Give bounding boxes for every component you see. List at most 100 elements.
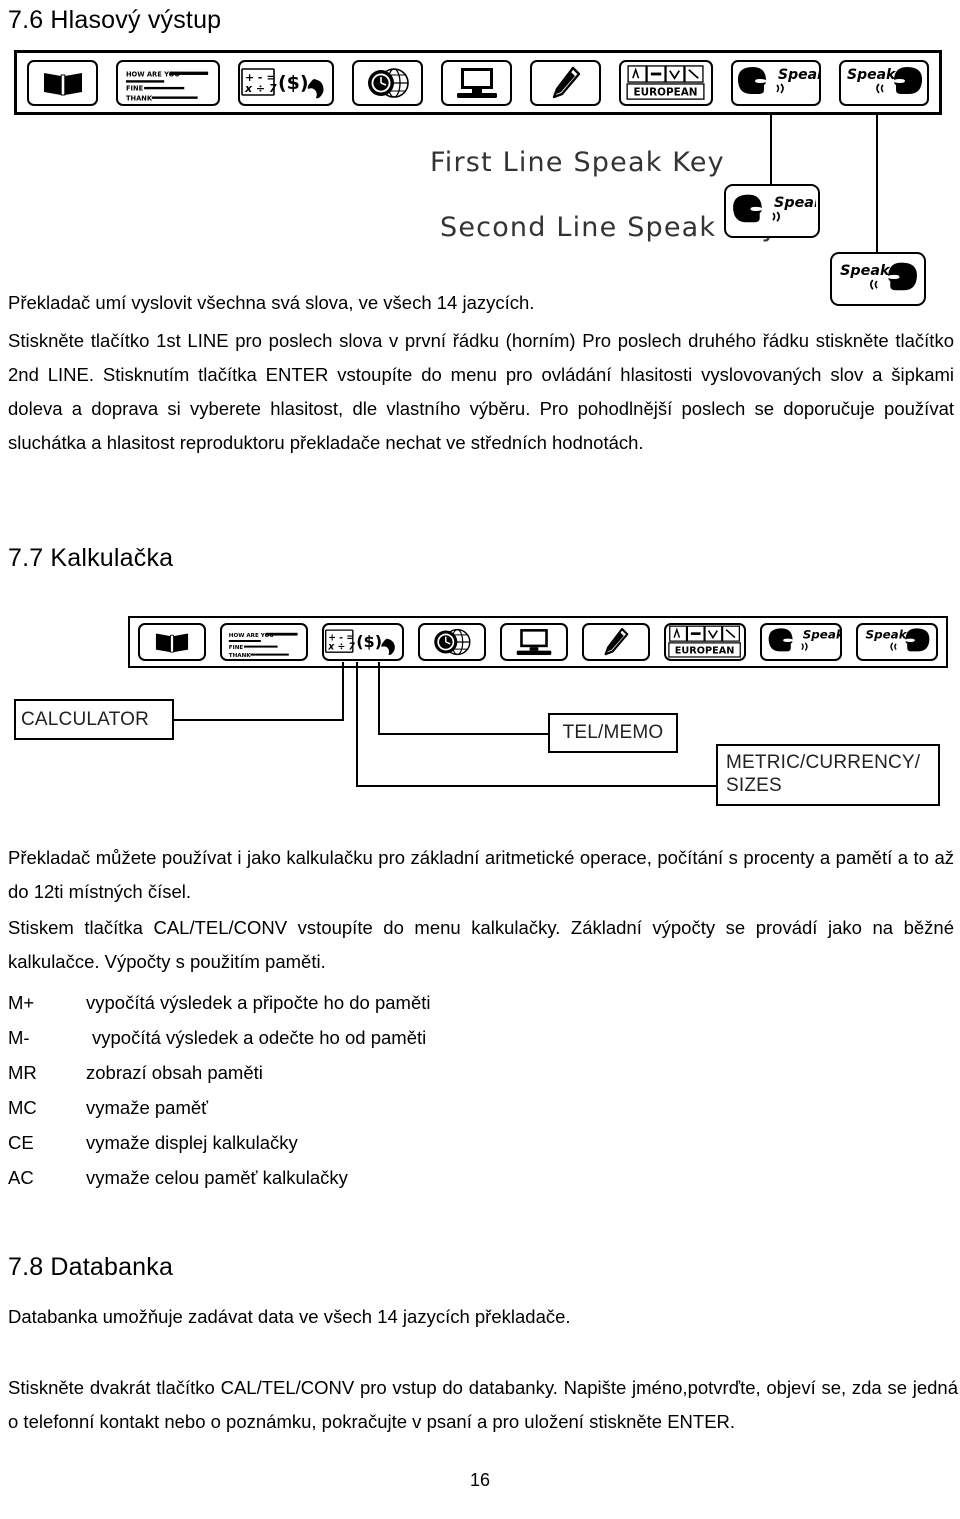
key-second-line-speak[interactable]: Speak <box>856 623 938 661</box>
memory-function-list: M+ vypočítá výsledek a připočte ho do pa… <box>8 985 648 1195</box>
svg-text:Speak: Speak <box>774 195 816 211</box>
section-heading-calculator: 7.7 Kalkulačka <box>8 544 173 573</box>
key-phrases[interactable]: HOW ARE YOU FINE THANK <box>116 59 220 106</box>
section-number: 7.6 <box>8 6 44 34</box>
pencil-icon <box>604 627 629 656</box>
speak-head-right-icon: Speak <box>737 66 819 94</box>
connector-telmemo-v <box>378 662 380 734</box>
calculator-currency-phone-icon: + - = x ÷ 7 ($) <box>325 629 395 655</box>
memory-code: M- <box>8 1027 30 1048</box>
svg-text:Speak: Speak <box>847 67 897 83</box>
section-number: 7.7 <box>8 544 44 572</box>
paragraph-databank-intro: Databanka umožňuje zadávat data ve všech… <box>8 1306 571 1327</box>
list-item: AC vymaže celou paměť kalkulačky <box>8 1160 648 1195</box>
keypad-bar: HOW ARE YOU FINE THANK + - = x ÷ 7 ($) E… <box>14 50 942 115</box>
paragraph-voice-instructions: Stiskněte tlačítko 1st LINE pro poslech … <box>8 330 954 453</box>
key-pc-link[interactable] <box>500 623 568 661</box>
key-dictionary[interactable] <box>27 59 98 106</box>
key-calc-conv-tel[interactable]: + - = x ÷ 7 ($) <box>238 59 334 106</box>
speak-head-right-icon: Speak <box>733 194 816 223</box>
key-first-line-speak[interactable]: Speak <box>731 59 821 106</box>
key-world-time[interactable] <box>418 623 486 661</box>
calculator-currency-phone-icon: + - = x ÷ 7 ($) <box>241 67 324 98</box>
european-flags-icon: EUROPEAN <box>626 64 705 100</box>
key-first-line-speak[interactable]: Speak <box>760 623 842 661</box>
memory-description: vypočítá výsledek a připočte ho do pamět… <box>86 992 431 1013</box>
memory-code: MC <box>8 1097 37 1118</box>
svg-text:Speak: Speak <box>866 628 908 642</box>
computer-icon <box>456 67 497 98</box>
computer-icon <box>516 629 552 655</box>
diagram-voice-output: HOW ARE YOU FINE THANK + - = x ÷ 7 ($) E… <box>14 50 946 306</box>
key-edit[interactable] <box>582 623 650 661</box>
label-first-line-speak-key: First Line Speak Key <box>430 147 725 178</box>
label-metric-line-2: SIZES <box>726 775 782 796</box>
memory-description: vypočítá výsledek a odečte ho od paměti <box>92 1027 427 1048</box>
key-pc-link[interactable] <box>441 59 512 106</box>
key-edit[interactable] <box>530 59 601 106</box>
connector-second-line <box>876 115 878 263</box>
european-flags-icon: EUROPEAN <box>668 625 741 658</box>
label-metric-line-1: METRIC/CURRENCY/ <box>726 752 921 773</box>
connector-metric-v <box>356 662 358 786</box>
section-title: Kalkulačka <box>50 544 174 572</box>
world-clock-icon <box>367 67 409 98</box>
memory-code: M+ <box>8 992 35 1013</box>
memory-code: MR <box>8 1062 37 1083</box>
paragraph-databank-usage: Stiskněte dvakrát tlačítko CAL/TEL/CONV … <box>8 1377 958 1432</box>
diagram-calculator: HOW ARE YOU FINE THANK + - = x ÷ 7 ($) E… <box>0 600 960 806</box>
connector-first-line <box>770 115 772 190</box>
list-item: M- vypočítá výsledek a odečte ho od pamě… <box>8 1020 648 1055</box>
connector-calculator-v <box>342 662 344 720</box>
memory-description: zobrazí obsah paměti <box>86 1062 263 1083</box>
section-title: Databanka <box>50 1253 174 1281</box>
section-heading-databank: 7.8 Databanka <box>8 1253 173 1282</box>
memory-code: AC <box>8 1167 34 1188</box>
document-page: 7.6 Hlasový výstup HOW ARE YOU FINE THAN… <box>0 0 960 1519</box>
svg-text:EUROPEAN: EUROPEAN <box>675 645 735 656</box>
memo-lines-icon: HOW ARE YOU FINE THANK <box>125 70 209 102</box>
svg-text:FINE: FINE <box>126 84 144 92</box>
key-dictionary[interactable] <box>138 623 206 661</box>
paragraph-calculator-intro: Překladač můžete používat i jako kalkula… <box>8 847 954 902</box>
book-icon <box>155 633 189 653</box>
callout-first-line-speak-key[interactable]: Speak <box>724 184 820 238</box>
list-item: M+ vypočítá výsledek a připočte ho do pa… <box>8 985 648 1020</box>
list-item: MR zobrazí obsah paměti <box>8 1055 648 1090</box>
key-european[interactable]: EUROPEAN <box>619 59 713 106</box>
svg-text:EUROPEAN: EUROPEAN <box>634 86 698 98</box>
memo-lines-icon: HOW ARE YOU FINE THANK <box>228 632 298 659</box>
key-second-line-speak[interactable]: Speak <box>839 59 929 106</box>
svg-text:Speak: Speak <box>840 263 891 279</box>
list-item: MC vymaže paměť <box>8 1090 648 1125</box>
memory-description: vymaže displej kalkulačky <box>86 1132 298 1153</box>
book-icon <box>43 72 82 95</box>
svg-text:x ÷ 7: x ÷ 7 <box>327 642 355 653</box>
svg-text:FINE: FINE <box>229 645 244 651</box>
svg-text:x ÷ 7: x ÷ 7 <box>244 82 277 95</box>
speak-head-right-icon: Speak <box>768 628 840 652</box>
memory-description: vymaže paměť <box>86 1097 209 1118</box>
svg-text:Speak: Speak <box>778 67 819 83</box>
speak-head-left-icon: Speak <box>866 628 930 652</box>
key-calc-conv-tel[interactable]: + - = x ÷ 7 ($) <box>322 623 404 661</box>
label-tel-memo: TEL/MEMO <box>548 713 678 753</box>
section-number: 7.8 <box>8 1253 44 1281</box>
key-phrases[interactable]: HOW ARE YOU FINE THANK <box>220 623 308 661</box>
paragraph-voice-intro: Překladač umí vyslovit všechna svá slova… <box>8 292 535 313</box>
key-european[interactable]: EUROPEAN <box>664 623 746 661</box>
key-world-time[interactable] <box>352 59 423 106</box>
memory-description: vymaže celou paměť kalkulačky <box>86 1167 348 1188</box>
keypad-bar: HOW ARE YOU FINE THANK + - = x ÷ 7 ($) E… <box>128 616 948 668</box>
world-clock-icon <box>434 628 471 656</box>
svg-text:($): ($) <box>356 632 382 651</box>
label-metric-currency-sizes: METRIC/CURRENCY/ SIZES <box>716 744 940 806</box>
section-title: Hlasový výstup <box>50 6 222 34</box>
page-number: 16 <box>469 1470 491 1490</box>
svg-text:THANK: THANK <box>126 94 153 102</box>
svg-text:($): ($) <box>278 72 309 94</box>
svg-text:Speak: Speak <box>803 628 840 642</box>
speak-head-left-icon: Speak <box>847 66 923 94</box>
memory-code: CE <box>8 1132 34 1153</box>
svg-text:THANK: THANK <box>229 653 252 659</box>
